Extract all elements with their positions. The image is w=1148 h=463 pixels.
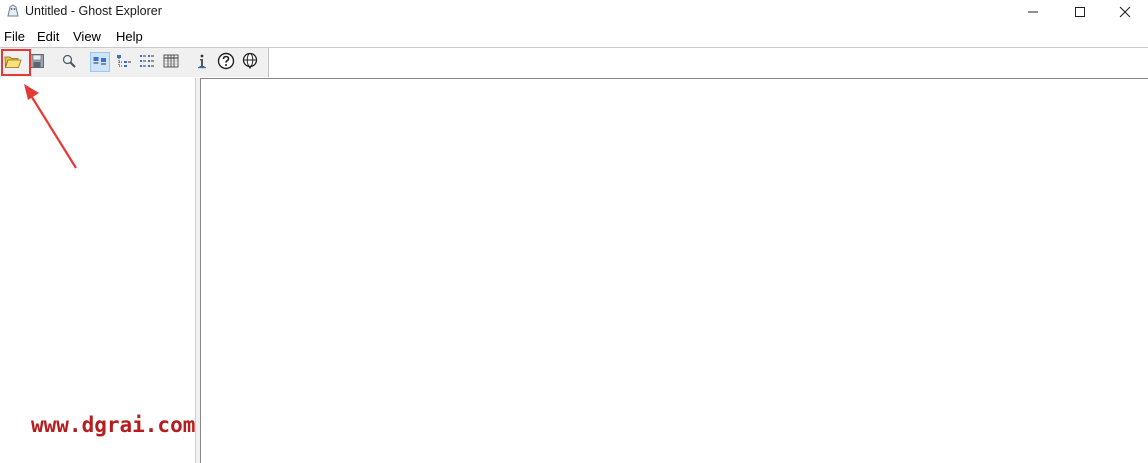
open-folder-icon (4, 54, 22, 73)
save-button[interactable] (27, 52, 47, 72)
title-bar: Untitled - Ghost Explorer (0, 0, 1148, 24)
menu-view[interactable]: View (73, 29, 101, 44)
menu-help[interactable]: Help (116, 29, 143, 44)
find-button[interactable] (59, 52, 79, 72)
menu-file[interactable]: File (4, 29, 25, 44)
open-button[interactable] (3, 53, 23, 73)
close-button[interactable] (1102, 0, 1148, 24)
large-icons-view-button[interactable] (90, 52, 110, 72)
help-button[interactable] (216, 52, 236, 72)
file-list-pane[interactable] (200, 78, 1148, 463)
maximize-button[interactable] (1057, 0, 1103, 24)
minimize-button[interactable] (1010, 0, 1056, 24)
info-icon (194, 53, 210, 72)
info-button[interactable] (192, 52, 212, 72)
tree-view-button[interactable] (114, 52, 134, 72)
watermark-text: www.dgrai.com (31, 413, 196, 437)
list-view-button[interactable] (137, 52, 157, 72)
toolbar (0, 48, 269, 77)
list-view-icon (139, 53, 155, 72)
tree-pane[interactable] (0, 78, 195, 463)
ghost-app-icon (5, 3, 21, 19)
menu-bar: File Edit View Help (0, 26, 1148, 46)
window-title: Untitled - Ghost Explorer (25, 4, 162, 18)
large-icons-view-icon (92, 53, 108, 72)
tree-view-icon (116, 53, 132, 72)
help-icon (217, 52, 235, 73)
save-disk-icon (29, 53, 45, 72)
details-view-icon (163, 53, 179, 72)
toolbar-empty-area (269, 48, 1148, 77)
menu-edit[interactable]: Edit (37, 29, 59, 44)
web-icon (241, 52, 259, 73)
details-view-button[interactable] (161, 52, 181, 72)
web-button[interactable] (240, 52, 260, 72)
find-icon (61, 53, 77, 72)
